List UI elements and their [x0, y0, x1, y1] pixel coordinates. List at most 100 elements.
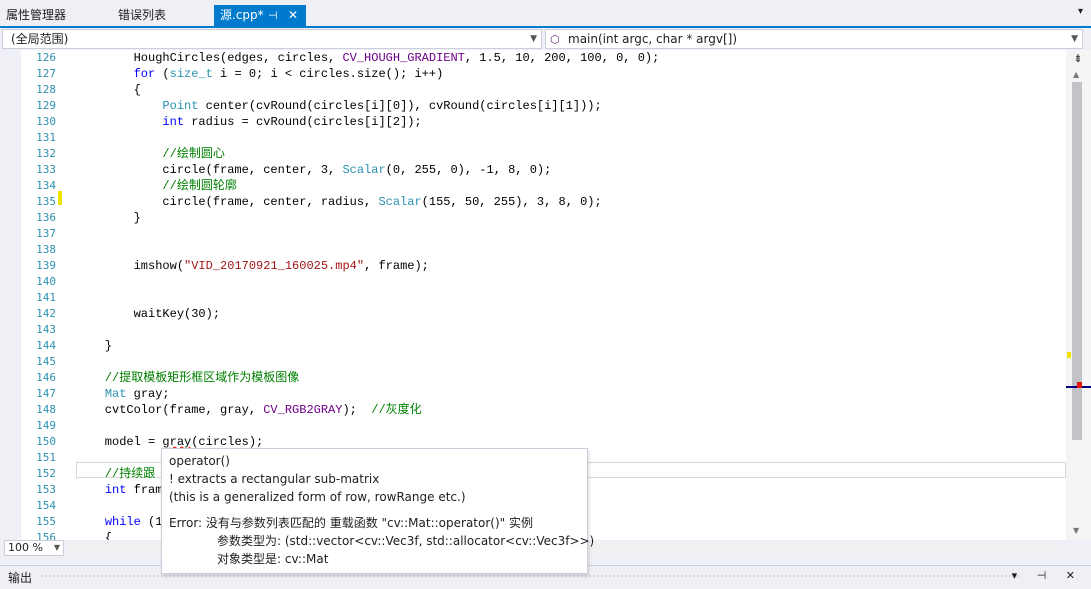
line-number: 140 — [36, 275, 56, 288]
function-icon: ⬡ — [550, 33, 560, 46]
scroll-down-arrow-icon[interactable]: ▼ — [1073, 526, 1079, 535]
code-line[interactable] — [76, 354, 1066, 370]
close-icon[interactable]: ✕ — [288, 5, 298, 26]
code-line[interactable]: } — [76, 338, 1066, 354]
line-number: 153 — [36, 483, 56, 496]
code-token: Point — [162, 99, 199, 113]
function-dropdown[interactable]: ⬡ main(int argc, char * argv[]) ▼ — [545, 29, 1083, 49]
code-line[interactable] — [76, 274, 1066, 290]
quick-info-tooltip: operator() ! extracts a rectangular sub-… — [161, 448, 594, 574]
line-number: 141 — [36, 291, 56, 304]
code-token: //灰度化 — [371, 403, 422, 417]
code-line[interactable] — [76, 226, 1066, 242]
code-line[interactable]: for (size_t i = 0; i < circles.size(); i… — [76, 66, 1066, 82]
code-token: i = 0; i < circles.size(); i++) — [212, 67, 444, 81]
code-token: while — [104, 515, 141, 529]
line-number: 149 — [36, 419, 56, 432]
line-number: 132 — [36, 147, 56, 160]
line-number: 138 — [36, 243, 56, 256]
code-token: CV_HOUGH_GRADIENT — [342, 51, 465, 65]
code-line[interactable] — [76, 322, 1066, 338]
line-number: 131 — [36, 131, 56, 144]
code-line[interactable]: cvtColor(frame, gray, CV_RGB2GRAY); //灰度… — [76, 402, 1066, 418]
tooltip-remark: (this is a generalized form of row, rowR… — [169, 490, 466, 504]
tooltip-signature: operator() — [169, 454, 230, 468]
code-token: ); — [342, 403, 372, 417]
code-line[interactable]: { — [76, 82, 1066, 98]
code-line[interactable] — [76, 242, 1066, 258]
zoom-level-value: 100 % — [8, 541, 43, 554]
output-panel-controls[interactable]: ▾ ⊣ ✕ — [1012, 569, 1083, 582]
vertical-scrollbar[interactable]: ⇟ ▲ ▼ — [1066, 50, 1091, 540]
code-line[interactable]: //提取模板矩形框区域作为模板图像 — [76, 370, 1066, 386]
code-line[interactable]: //绘制圆轮廓 — [76, 178, 1066, 194]
line-number: 142 — [36, 307, 56, 320]
pin-icon[interactable]: ⊣ — [268, 5, 278, 26]
line-number: 134 — [36, 179, 56, 192]
line-number: 155 — [36, 515, 56, 528]
tab-source-cpp[interactable]: 源.cpp* ⊣ ✕ — [214, 5, 306, 26]
chevron-down-icon[interactable]: ▾ — [1078, 6, 1083, 17]
zoom-level-dropdown[interactable]: 100 % ▼ — [4, 540, 64, 556]
line-number: 152 — [36, 467, 56, 480]
code-token: size_t — [169, 67, 213, 81]
code-line[interactable]: Mat gray; — [76, 386, 1066, 402]
code-line[interactable]: waitKey(30); — [76, 306, 1066, 322]
indicator-margin — [0, 50, 21, 540]
scroll-up-arrow-icon[interactable]: ▲ — [1073, 70, 1079, 79]
error-map-marker — [1077, 382, 1082, 388]
code-token: circle(frame, center, 3, — [76, 163, 343, 177]
chevron-down-icon: ▼ — [530, 34, 537, 44]
code-token: (circles); — [191, 435, 264, 449]
code-token: Mat — [104, 387, 127, 401]
line-number: 127 — [36, 67, 56, 80]
navigation-bar: (全局范围) ▼ ⬡ main(int argc, char * argv[]) … — [0, 28, 1091, 50]
line-number: 156 — [36, 531, 56, 540]
tab-property-manager[interactable]: 属性管理器 — [0, 5, 100, 26]
code-line[interactable]: Point center(cvRound(circles[i][0]), cvR… — [76, 98, 1066, 114]
split-editor-icon[interactable]: ⇟ — [1070, 52, 1086, 66]
scope-dropdown[interactable]: (全局范围) ▼ — [2, 29, 542, 49]
code-line[interactable] — [76, 418, 1066, 434]
code-token: for — [133, 67, 156, 81]
code-token: (1 — [140, 515, 163, 529]
line-number: 137 — [36, 227, 56, 240]
document-tab-strip: 属性管理器 错误列表 源.cpp* ⊣ ✕ ▾ — [0, 0, 1091, 28]
tooltip-summary: ! extracts a rectangular sub-matrix — [169, 472, 380, 486]
code-token: int — [162, 115, 185, 129]
line-number: 128 — [36, 83, 56, 96]
line-number: 136 — [36, 211, 56, 224]
code-token: Scalar — [378, 195, 422, 209]
code-line[interactable]: } — [76, 210, 1066, 226]
code-line[interactable]: circle(frame, center, radius, Scalar(155… — [76, 194, 1066, 210]
code-token: center(cvRound(circles[i][0]), cvRound(c… — [198, 99, 602, 113]
code-line[interactable]: circle(frame, center, 3, Scalar(0, 255, … — [76, 162, 1066, 178]
code-line[interactable]: int radius = cvRound(circles[i][2]); — [76, 114, 1066, 130]
chevron-down-icon: ▼ — [53, 543, 60, 552]
panel-grip[interactable] — [40, 574, 1020, 579]
line-number: 139 — [36, 259, 56, 272]
line-number: 135 — [36, 195, 56, 208]
line-number: 133 — [36, 163, 56, 176]
code-token: waitKey(30); — [76, 307, 221, 321]
tooltip-object-type: 对象类型是: cv::Mat — [217, 552, 329, 566]
code-token: //提取模板矩形框区域作为模板图像 — [104, 371, 300, 385]
code-line[interactable]: imshow("VID_20170921_160025.mp4", frame)… — [76, 258, 1066, 274]
code-line[interactable]: HoughCircles(edges, circles, CV_HOUGH_GR… — [76, 50, 1066, 66]
line-number-gutter: 126 127 128 129 130 131 132 133 134 135 136 137 138 1… — [21, 50, 58, 540]
unsaved-change-marker — [58, 191, 62, 205]
line-number: 143 — [36, 323, 56, 336]
code-token: } — [76, 211, 141, 225]
code-token: circle(frame, center, radius, — [76, 195, 379, 209]
tab-error-list[interactable]: 错误列表 — [112, 5, 202, 26]
code-line[interactable]: //绘制圆心 — [76, 146, 1066, 162]
tab-source-cpp-label: 源.cpp* — [220, 8, 264, 22]
code-line[interactable] — [76, 290, 1066, 306]
code-line[interactable] — [76, 130, 1066, 146]
code-token: model = — [76, 435, 163, 449]
